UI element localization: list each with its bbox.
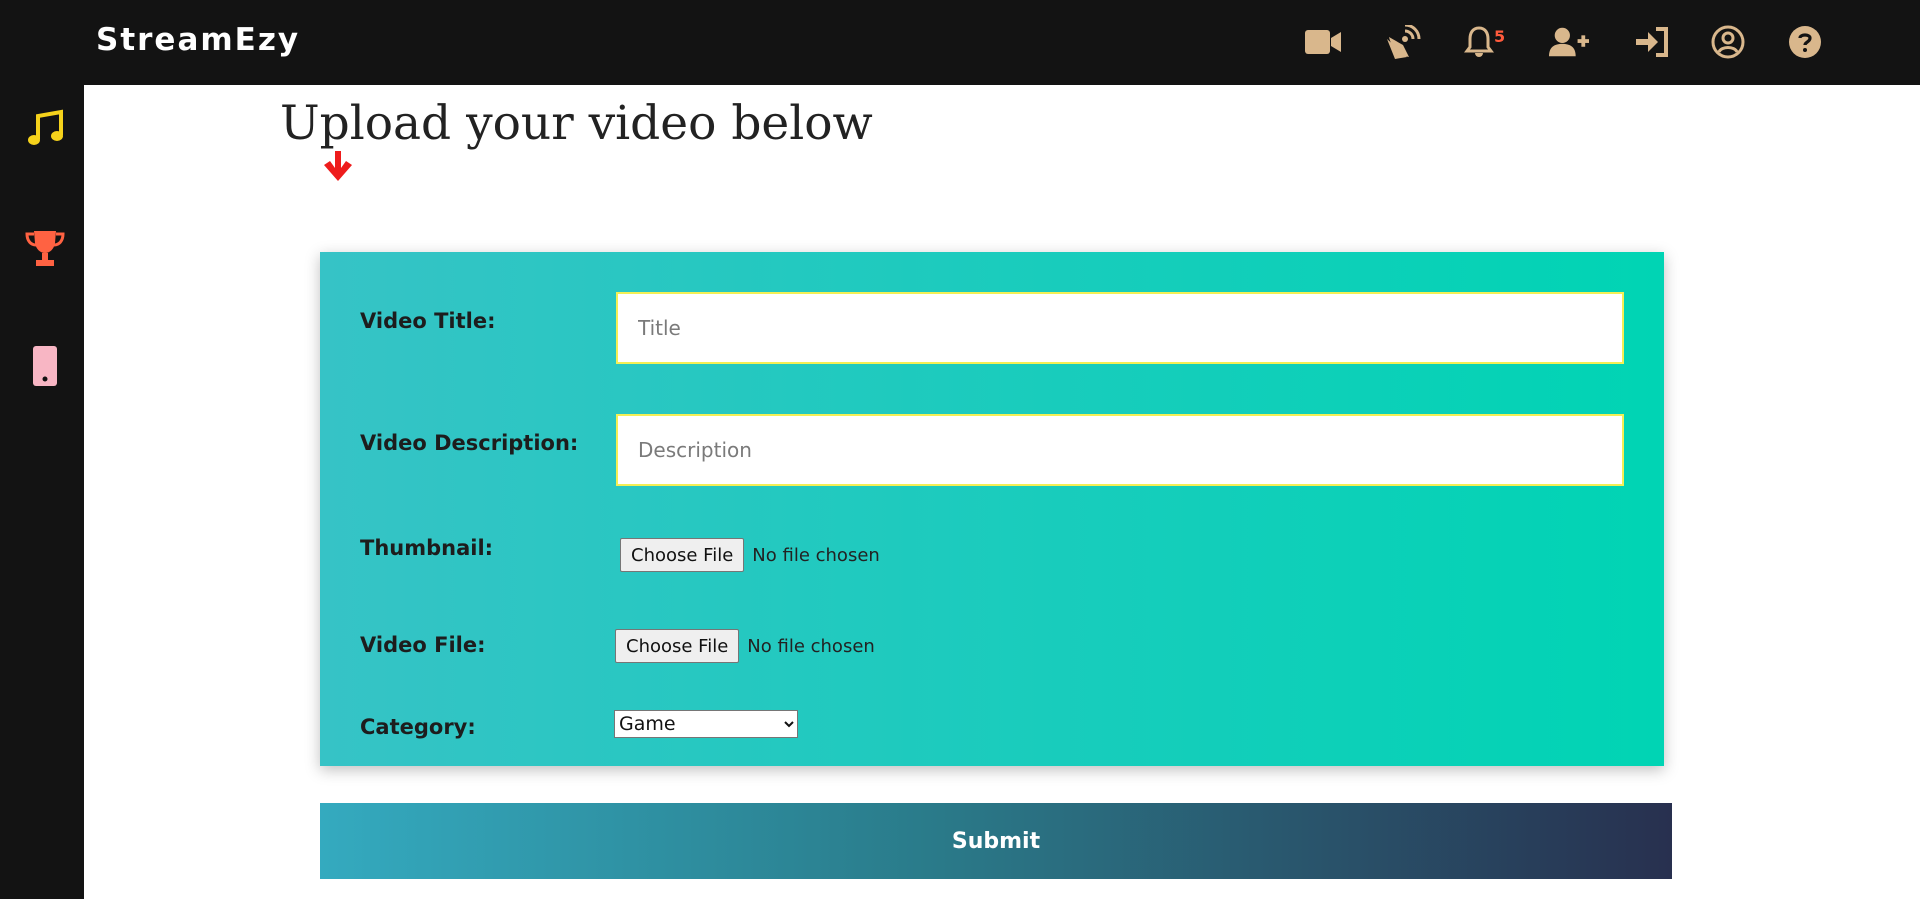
category-select[interactable]: Game: [614, 710, 798, 738]
mobile-phone-icon[interactable]: [22, 343, 68, 389]
thumbnail-choose-file-button[interactable]: Choose File: [620, 538, 745, 572]
user-circle-icon[interactable]: [1708, 24, 1748, 60]
sidebar: [0, 85, 84, 899]
trophy-icon[interactable]: [22, 225, 68, 271]
thumbnail-file-status: No file chosen: [752, 544, 880, 566]
music-note-icon[interactable]: [22, 106, 68, 152]
video-file-status: No file chosen: [747, 635, 875, 657]
satellite-dish-icon[interactable]: [1383, 24, 1423, 60]
category-label: Category:: [360, 715, 476, 739]
video-camera-icon[interactable]: [1303, 24, 1343, 60]
question-circle-icon[interactable]: [1785, 24, 1825, 60]
video-title-input[interactable]: [616, 292, 1624, 364]
page-title: Upload your video below: [280, 96, 873, 151]
video-file-input[interactable]: Choose File No file chosen: [615, 629, 875, 663]
upload-form: Video Title: Video Description: Thumbnai…: [320, 252, 1664, 766]
notification-badge: 5: [1494, 27, 1506, 46]
bell-icon[interactable]: [1459, 24, 1499, 60]
thumbnail-label: Thumbnail:: [360, 536, 494, 560]
submit-button[interactable]: Submit: [320, 803, 1672, 879]
arrow-down-icon: [320, 151, 356, 187]
thumbnail-file-input[interactable]: Choose File No file chosen: [620, 538, 880, 572]
video-title-label: Video Title:: [360, 309, 496, 333]
video-description-input[interactable]: [616, 414, 1624, 486]
top-nav-icons: 5: [0, 0, 1920, 85]
video-description-label: Video Description:: [360, 431, 579, 455]
video-file-label: Video File:: [360, 633, 486, 657]
top-navbar: StreamEzy 5: [0, 0, 1920, 85]
user-plus-icon[interactable]: [1549, 24, 1589, 60]
sign-in-icon[interactable]: [1632, 24, 1672, 60]
video-choose-file-button[interactable]: Choose File: [615, 629, 740, 663]
